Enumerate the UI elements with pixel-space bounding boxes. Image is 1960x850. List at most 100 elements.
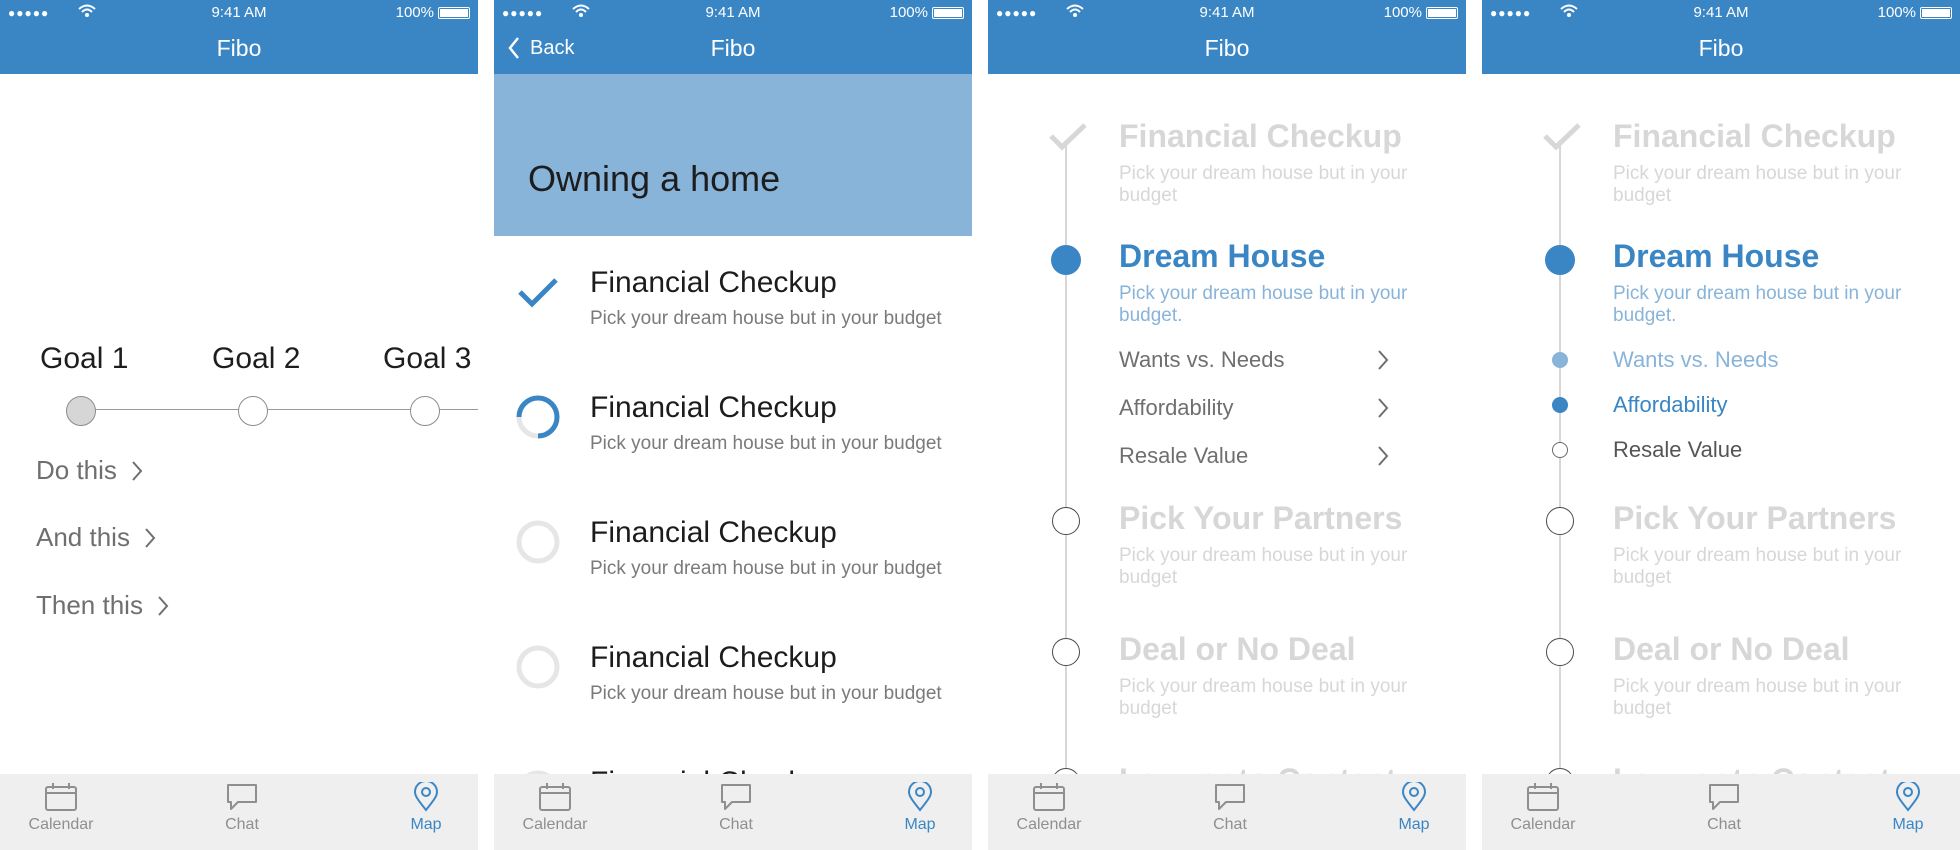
tab-calendar[interactable]: Calendar — [6, 782, 116, 834]
chevron-right-icon — [1378, 350, 1389, 370]
step-title[interactable]: Dream House — [1613, 238, 1819, 275]
tab-bar: Calendar Chat Map — [494, 774, 972, 850]
battery-indicator: 100% — [1878, 4, 1952, 21]
goal-label-1[interactable]: Goal 1 — [40, 342, 128, 376]
substep-node-active — [1552, 397, 1568, 413]
checkmark-icon — [518, 278, 558, 308]
goal-label-3[interactable]: Goal 3 — [383, 342, 471, 376]
app-title: Fibo — [1698, 35, 1744, 61]
calendar-icon — [1527, 783, 1559, 811]
timeline-line — [1065, 140, 1067, 774]
calendar-icon — [1033, 783, 1065, 811]
checkmark-icon — [1049, 123, 1087, 151]
calendar-icon — [45, 783, 77, 811]
tab-chat[interactable]: Chat — [681, 782, 791, 834]
empty-circle-icon — [516, 520, 560, 564]
step-subtitle: Pick your dream house but in your budget — [1613, 676, 1902, 719]
tab-map[interactable]: Map — [371, 782, 478, 834]
tab-bar: Calendar Chat Map — [1482, 774, 1960, 850]
battery-label: 100% — [889, 4, 928, 21]
substep-resale-value[interactable]: Resale Value — [1119, 443, 1389, 469]
nav-bar: Back Fibo — [494, 26, 972, 74]
task-title: Financial Checkup — [590, 516, 837, 549]
task-item[interactable]: Financial Checkup Pick your dream house … — [494, 516, 972, 616]
tab-label: Chat — [1213, 816, 1247, 833]
step-title[interactable]: Deal or No Deal — [1119, 631, 1356, 668]
battery-indicator: 100% — [890, 4, 964, 21]
goal-heading: Owning a home — [528, 158, 781, 199]
goal-header: Owning a home — [494, 74, 972, 236]
goal-dot-1[interactable] — [66, 396, 96, 426]
status-bar: ●●●●● 9:41 AM 100% — [1482, 0, 1960, 26]
status-bar: ●●●●● 9:41 AM 100% — [0, 0, 478, 26]
screen-timeline-expanded: ●●●●● 9:41 AM 100% Fibo Financial Checku… — [1482, 0, 1960, 850]
step-node — [1546, 638, 1574, 666]
screen-timeline-collapsed: ●●●●● 9:41 AM 100% Fibo Financial Checku… — [988, 0, 1466, 850]
battery-icon — [932, 6, 964, 19]
substep-label: Wants vs. Needs — [1613, 347, 1779, 372]
tab-map[interactable]: Map — [1853, 782, 1960, 834]
tab-calendar[interactable]: Calendar — [994, 782, 1104, 834]
step-title[interactable]: Financial Checkup — [1119, 118, 1402, 155]
substep-wants-needs[interactable]: Wants vs. Needs — [1613, 347, 1883, 373]
task-item[interactable]: Financial Checkup Pick your dream house … — [494, 391, 972, 491]
screen-owning-home: ●●●●● 9:41 AM 100% Back Fibo Owning a ho… — [494, 0, 972, 850]
nav-bar: Fibo — [1482, 26, 1960, 74]
task-title: Financial Checkup — [590, 391, 837, 424]
tab-label: Map — [410, 816, 442, 833]
tab-map[interactable]: Map — [865, 782, 972, 834]
goal-dot-2[interactable] — [238, 396, 268, 426]
battery-label: 100% — [395, 4, 434, 21]
task-subtitle: Pick your dream house but in your budget — [590, 308, 942, 329]
progress-ring-icon — [516, 395, 560, 439]
step-title[interactable]: Deal or No Deal — [1613, 631, 1850, 668]
substep-affordability[interactable]: Affordability — [1613, 392, 1883, 418]
tab-map[interactable]: Map — [1359, 782, 1466, 834]
action-label: Then this — [36, 590, 143, 620]
substep-wants-needs[interactable]: Wants vs. Needs — [1119, 347, 1389, 373]
step-title[interactable]: Financial Checkup — [1613, 118, 1896, 155]
task-subtitle: Pick your dream house but in your budget — [590, 683, 942, 704]
tab-label: Calendar — [1016, 816, 1082, 833]
tab-chat[interactable]: Chat — [1669, 782, 1779, 834]
calendar-icon — [539, 783, 571, 811]
step-subtitle: Pick your dream house but in your budget… — [1613, 283, 1902, 326]
action-do-this[interactable]: Do this — [36, 455, 143, 486]
goal-label-2[interactable]: Goal 2 — [212, 342, 300, 376]
app-title: Fibo — [710, 35, 756, 61]
step-node-active — [1545, 245, 1575, 275]
tab-label: Map — [1398, 816, 1430, 833]
battery-indicator: 100% — [396, 4, 470, 21]
task-title: Financial Checkup — [590, 641, 837, 674]
chevron-right-icon — [158, 595, 169, 616]
tab-label: Chat — [719, 816, 753, 833]
substep-label: Affordability — [1119, 395, 1234, 420]
tab-chat[interactable]: Chat — [187, 782, 297, 834]
step-node-active — [1051, 245, 1081, 275]
tab-label: Calendar — [1510, 816, 1576, 833]
map-pin-icon — [907, 782, 933, 812]
step-title[interactable]: Pick Your Partners — [1119, 500, 1402, 537]
chat-icon — [227, 784, 257, 810]
step-title[interactable]: Pick Your Partners — [1613, 500, 1896, 537]
battery-icon — [1426, 6, 1458, 19]
tab-label: Map — [904, 816, 936, 833]
task-subtitle: Pick your dream house but in your budget — [590, 433, 942, 454]
task-title: Financial Checkup — [590, 266, 837, 299]
tab-calendar[interactable]: Calendar — [1488, 782, 1598, 834]
substep-resale-value[interactable]: Resale Value — [1613, 437, 1883, 463]
goal-dot-3[interactable] — [410, 396, 440, 426]
step-title[interactable]: Dream House — [1119, 238, 1325, 275]
step-subtitle: Pick your dream house but in your budget — [1613, 163, 1902, 206]
action-and-this[interactable]: And this — [36, 522, 156, 553]
map-pin-icon — [1895, 782, 1921, 812]
screen-goals: ●●●●● 9:41 AM 100% Fibo Goal 1 Goal 2 Go… — [0, 0, 478, 850]
tab-chat[interactable]: Chat — [1175, 782, 1285, 834]
action-then-this[interactable]: Then this — [36, 590, 169, 621]
task-item[interactable]: Financial Checkup Pick your dream house … — [494, 266, 972, 366]
action-label: And this — [36, 522, 130, 552]
tab-calendar[interactable]: Calendar — [500, 782, 610, 834]
step-subtitle: Pick your dream house but in your budget — [1119, 163, 1408, 206]
substep-affordability[interactable]: Affordability — [1119, 395, 1389, 421]
task-item[interactable]: Financial Checkup Pick your dream house … — [494, 641, 972, 741]
